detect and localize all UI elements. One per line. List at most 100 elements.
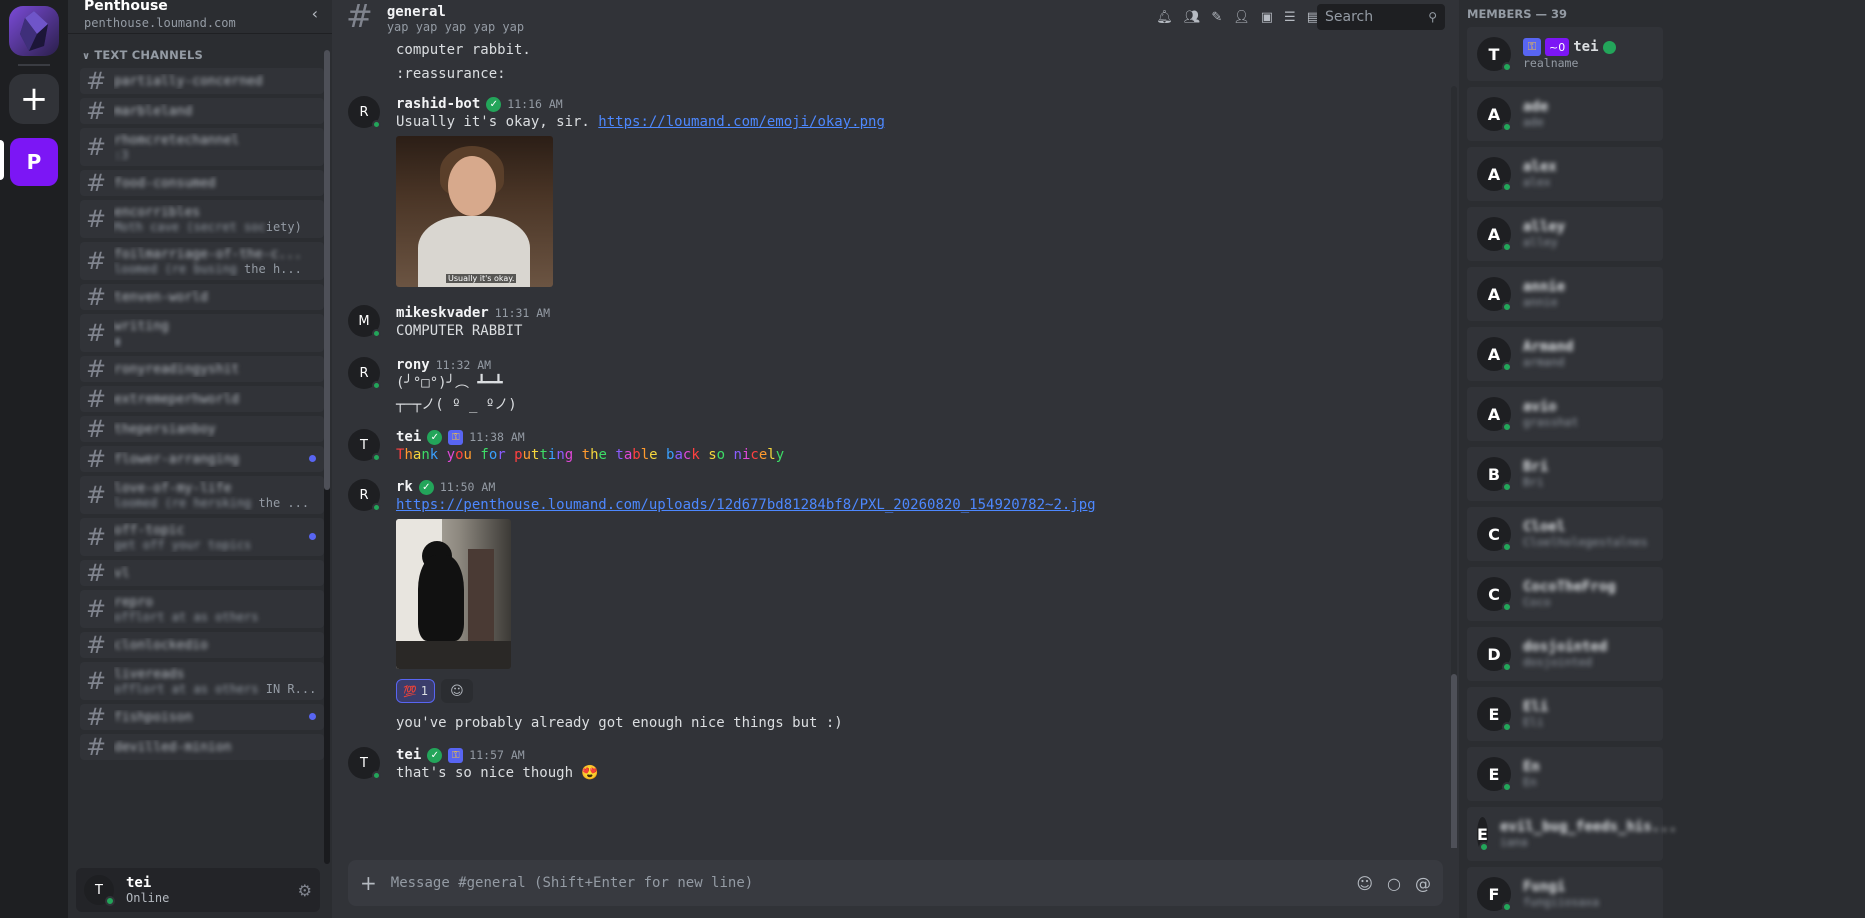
add-reaction-button[interactable]: ☺ xyxy=(440,679,473,703)
channel-item[interactable]: # livereads offlort at as others IN R... xyxy=(80,662,324,700)
channel-item[interactable]: # repro offlort at as others xyxy=(80,590,324,628)
chat-scrollbar[interactable] xyxy=(1451,674,1457,848)
avatar-initial: A xyxy=(1487,344,1501,364)
channel-item[interactable]: # foilmarriage-of-the-c... loomed (re busi… xyxy=(80,242,324,280)
channel-item[interactable]: # thepersianboy xyxy=(80,415,324,443)
message-author[interactable]: rk xyxy=(396,479,413,495)
avatar[interactable]: R xyxy=(348,357,381,390)
channel-item[interactable]: # love-of-my-life loomed (re hersking the … xyxy=(80,476,324,514)
member-item[interactable]: Aade ade xyxy=(1467,87,1663,141)
member-name: Bri xyxy=(1523,459,1549,475)
channel-sidebar: Penthouse penthouse.loumand.com ‹ ∨ TEXT … xyxy=(68,0,332,918)
reaction-button[interactable]: 💯 1 xyxy=(396,679,435,703)
list-icon[interactable]: ☰ xyxy=(1284,10,1296,25)
message-link[interactable]: https://penthouse.loumand.com/uploads/12… xyxy=(396,497,1096,513)
hash-icon: # xyxy=(86,319,107,347)
channel-item[interactable]: # partially-concerned xyxy=(80,68,324,95)
gear-icon[interactable]: ⚙ xyxy=(298,881,312,900)
channel-item[interactable]: # flower-arranging xyxy=(80,445,324,473)
message-author[interactable]: rashid-bot xyxy=(396,96,480,112)
guild-host: penthouse.loumand.com xyxy=(84,16,236,30)
channel-item[interactable]: # tenven-world xyxy=(80,283,324,311)
hash-icon: # xyxy=(86,595,107,623)
avatar-initial: C xyxy=(1488,524,1500,544)
circle-icon[interactable]: ○ xyxy=(1387,874,1401,893)
message-link[interactable]: https://loumand.com/emoji/okay.png xyxy=(598,114,885,130)
at-mention-icon[interactable]: @ xyxy=(1415,874,1431,893)
avatar[interactable]: T xyxy=(348,429,381,462)
member-item[interactable]: C Cloel Cloelholegestalnes xyxy=(1467,507,1663,561)
member-list-header: MEMBERS — 39 xyxy=(1467,7,1568,21)
app-logo[interactable] xyxy=(9,6,59,56)
pencil-icon[interactable]: ✎ xyxy=(1211,10,1222,25)
channel-item[interactable]: # rhomcretechannel:3 xyxy=(80,128,324,166)
channel-item[interactable]: # fishpoison xyxy=(80,703,324,731)
channel-item[interactable]: # devilled-minion xyxy=(80,733,324,761)
member-name: annie xyxy=(1523,279,1566,295)
image-detail xyxy=(468,549,494,649)
channel-item[interactable]: # encorribles Moth cave (secret society) xyxy=(80,200,324,238)
member-item[interactable]: A Armand armand xyxy=(1467,327,1663,381)
add-user-icon[interactable]: 👤︎ xyxy=(1233,10,1250,25)
header-toolbar: 🔔︎ 👥︎ ✎ 👤︎ ▣ ☰ ▤ xyxy=(1156,10,1319,25)
channel-item[interactable]: # extremeperhworld xyxy=(80,385,324,413)
message-author[interactable]: mikeskvader xyxy=(396,305,489,321)
channel-name: ronyreadingyshit xyxy=(114,361,240,377)
hash-icon: # xyxy=(86,559,107,587)
members-icon[interactable]: 👥︎ xyxy=(1184,10,1201,25)
server-penthouse-button[interactable]: P xyxy=(10,138,58,186)
channel-item[interactable]: # off-topic get off your topics xyxy=(80,518,324,556)
channel-topic: ▮ xyxy=(114,333,122,348)
hash-icon: # xyxy=(86,703,107,731)
robot-icon[interactable]: ▣ xyxy=(1261,10,1273,25)
chevron-left-icon[interactable]: ‹ xyxy=(312,4,318,23)
message-author[interactable]: rony xyxy=(396,357,430,373)
member-item[interactable]: B Bri Bri xyxy=(1467,447,1663,501)
sidebar-scrollbar[interactable] xyxy=(324,50,330,490)
member-item[interactable]: Aalex alex xyxy=(1467,147,1663,201)
channel-item[interactable]: # clonlockedio xyxy=(80,631,324,659)
channel-item[interactable]: # marbleland xyxy=(80,97,324,125)
avatar-initial: E xyxy=(1488,764,1500,784)
attachment-image[interactable]: Usually it's okay. xyxy=(396,136,553,287)
hash-icon: # xyxy=(86,133,107,161)
category-label: TEXT CHANNELS xyxy=(94,48,204,62)
message-input[interactable] xyxy=(390,875,1343,891)
member-item[interactable]: F Fungi fungiiosaxa xyxy=(1467,867,1663,918)
emoji-icon[interactable]: ☺ xyxy=(1356,874,1373,893)
member-item[interactable]: E En En xyxy=(1467,747,1663,801)
member-item[interactable]: Aannie annie xyxy=(1467,267,1663,321)
avatar[interactable]: M xyxy=(348,305,381,338)
attach-plus-icon[interactable]: + xyxy=(360,871,377,895)
search-input[interactable]: Search ⚲ xyxy=(1317,4,1445,30)
attachment-image[interactable] xyxy=(396,519,511,669)
message-author[interactable]: tei xyxy=(396,429,421,445)
channel-name: off-topic xyxy=(114,522,185,538)
online-status-icon xyxy=(105,896,115,906)
message-author[interactable]: tei xyxy=(396,747,421,763)
avatar[interactable]: T xyxy=(348,747,381,780)
channel-item[interactable]: # writing ▮ xyxy=(80,314,324,352)
category-text-channels[interactable]: ∨ TEXT CHANNELS xyxy=(68,34,332,68)
add-server-button[interactable]: + xyxy=(9,74,59,124)
avatar[interactable]: R xyxy=(348,479,381,512)
member-item[interactable]: Eevil_bug_feeds_his... iana xyxy=(1467,807,1677,861)
member-item[interactable]: E Eli Eli xyxy=(1467,687,1663,741)
bell-icon[interactable]: 🔔︎ xyxy=(1156,10,1173,25)
avatar[interactable]: R xyxy=(348,96,381,129)
hash-icon: # xyxy=(86,523,107,551)
member-item[interactable]: Aavio grasshat xyxy=(1467,387,1663,441)
guild-header[interactable]: Penthouse penthouse.loumand.com ‹ xyxy=(68,0,332,34)
channel-item[interactable]: # food-consumed xyxy=(80,169,324,197)
verified-icon: ✓ xyxy=(427,429,443,445)
channel-item[interactable]: # ronyreadingyshit xyxy=(80,355,324,383)
member-item[interactable]: Ddosjointed dosjointed xyxy=(1467,627,1663,681)
avatar[interactable]: T xyxy=(84,875,115,906)
member-item[interactable]: Aalley alley xyxy=(1467,207,1663,261)
member-item[interactable]: T ⚿ ~0 tei realname xyxy=(1467,27,1663,81)
channel-item[interactable]: # vl xyxy=(80,559,324,587)
message-timestamp: 11:57 AM xyxy=(469,748,525,762)
channel-name: foilmarriage-of-the-c... xyxy=(114,246,302,262)
member-item[interactable]: C CocoTheFrog Coco xyxy=(1467,567,1663,621)
avatar: T xyxy=(1477,37,1512,72)
